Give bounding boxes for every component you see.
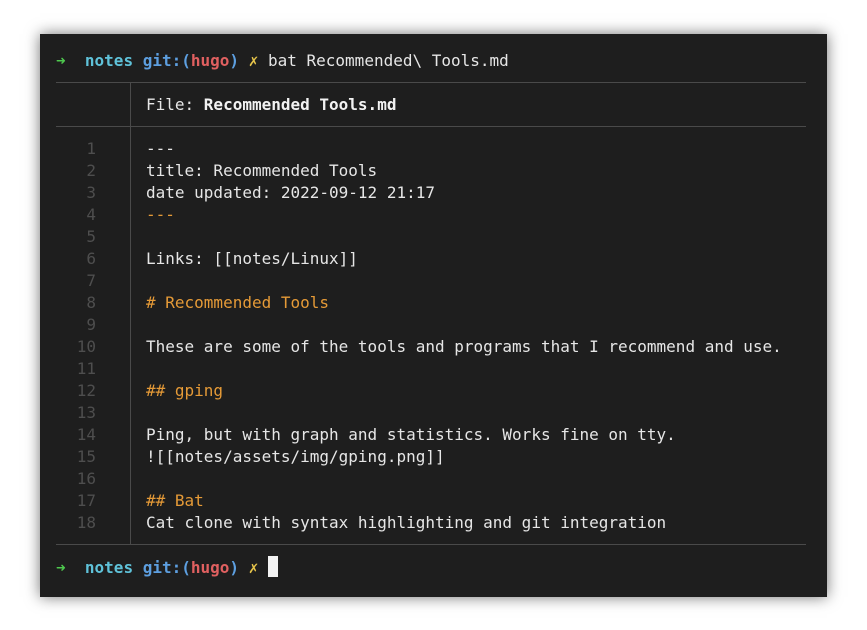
line-number: 18: [76, 513, 96, 532]
line-number: 5: [86, 227, 96, 246]
prompt-git-branch: hugo: [190, 558, 230, 577]
file-header-label: File:: [146, 95, 204, 114]
line-number: 4: [86, 205, 96, 224]
prompt-git-label: git:(: [142, 51, 191, 70]
line-number: 16: [76, 469, 96, 488]
file-line-text: title: Recommended Tools: [146, 161, 378, 180]
line-number: 7: [86, 271, 96, 290]
line-number: 3: [86, 183, 96, 202]
line-number: 9: [86, 315, 96, 334]
line-number: 6: [86, 249, 96, 268]
line-number: 1: [86, 139, 96, 158]
prompt-command: bat Recommended\ Tools.md: [267, 51, 509, 70]
file-line-text: ![[notes/assets/img/gping.png]]: [146, 447, 445, 466]
shell-prompt-bottom[interactable]: ➜ notes git:(hugo) ✗: [56, 556, 278, 578]
prompt-git-label: git:(: [142, 558, 191, 577]
header-top-rule: [56, 82, 806, 83]
prompt-git-close: ): [229, 558, 240, 577]
terminal-cursor: [267, 556, 278, 577]
file-line-text: Links: [[notes/Linux]]: [146, 249, 358, 268]
line-number: 8: [86, 293, 96, 312]
file-header-filename: Recommended Tools.md: [203, 95, 397, 114]
file-line-text: ## Bat: [146, 491, 204, 510]
content-gutter-divider: [130, 126, 131, 544]
line-number: 13: [76, 403, 96, 422]
line-number: 12: [76, 381, 96, 400]
line-number: 17: [76, 491, 96, 510]
file-line-text: Cat clone with syntax highlighting and g…: [146, 513, 667, 532]
shell-prompt-top: ➜ notes git:(hugo) ✗ bat Recommended\ To…: [56, 50, 509, 72]
header-gutter-divider: [130, 82, 131, 126]
file-line-text: ---: [146, 139, 175, 158]
header-bottom-rule: [56, 126, 806, 127]
prompt-arrow-icon: ➜: [56, 558, 66, 577]
line-number: 10: [76, 337, 96, 356]
line-number: 14: [76, 425, 96, 444]
file-line-text: Ping, but with graph and statistics. Wor…: [146, 425, 676, 444]
prompt-dirty-icon: ✗: [248, 558, 259, 577]
footer-rule: [56, 544, 806, 545]
prompt-dirty-icon: ✗: [248, 51, 259, 70]
file-line-text: ## gping: [146, 381, 224, 400]
file-line-text: date updated: 2022-09-12 21:17: [146, 183, 435, 202]
prompt-arrow-icon: ➜: [56, 51, 66, 70]
prompt-directory: notes: [84, 558, 134, 577]
file-line-text: These are some of the tools and programs…: [146, 337, 782, 356]
file-line-text: # Recommended Tools: [146, 293, 330, 312]
line-number: 11: [76, 359, 96, 378]
file-header: File: Recommended Tools.md: [146, 94, 396, 116]
prompt-git-branch: hugo: [190, 51, 230, 70]
file-line-text: ---: [146, 205, 175, 224]
terminal-window[interactable]: ➜ notes git:(hugo) ✗ bat Recommended\ To…: [40, 34, 827, 597]
prompt-git-close: ): [229, 51, 240, 70]
line-number: 2: [86, 161, 96, 180]
line-number: 15: [76, 447, 96, 466]
prompt-directory: notes: [84, 51, 134, 70]
